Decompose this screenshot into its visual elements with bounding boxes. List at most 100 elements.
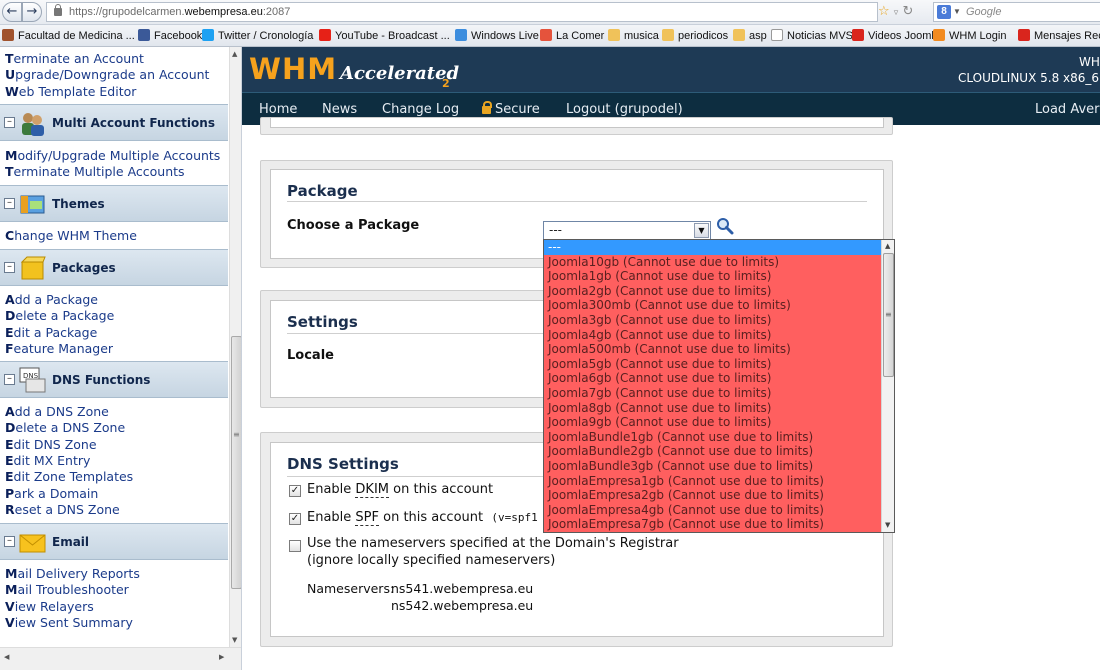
package-option[interactable]: JoomlaEmpresa2gb (Cannot use due to limi… <box>544 488 881 503</box>
dropdown-arrow-icon[interactable]: ▿ <box>894 8 899 18</box>
search-input[interactable]: 8 ▼ Google <box>933 2 1100 22</box>
nav-news[interactable]: News <box>322 102 357 117</box>
package-option[interactable]: Joomla8gb (Cannot use due to limits) <box>544 400 881 416</box>
collapse-icon[interactable]: – <box>4 262 15 273</box>
magnifier-icon[interactable] <box>716 217 734 235</box>
sidebar-link[interactable]: Change WHM Theme <box>5 228 137 243</box>
sidebar-link[interactable]: Reset a DNS Zone <box>5 502 120 517</box>
nav-change-log[interactable]: Change Log <box>382 102 459 117</box>
package-option[interactable]: JoomlaEmpresa1gb (Cannot use due to limi… <box>544 473 881 489</box>
sidebar-horizontal-scrollbar[interactable]: ◀ ▶ <box>0 647 241 670</box>
bookmark-item[interactable]: periodicos <box>662 29 728 42</box>
search-engine-caret-icon[interactable]: ▼ <box>953 3 961 21</box>
sidebar-link[interactable]: Edit a Package <box>5 325 97 340</box>
sidebar-link[interactable]: Add a Package <box>5 292 98 307</box>
sidebar-section-dns-functions[interactable]: – DNS DNS Functions <box>0 361 228 398</box>
nav-home[interactable]: Home <box>259 102 297 117</box>
bookmark-item[interactable]: Windows Live <box>455 29 539 42</box>
sidebar-link[interactable]: Feature Manager <box>5 341 113 356</box>
dns-settings-title: DNS Settings <box>287 455 399 473</box>
package-option[interactable]: JoomlaBundle2gb (Cannot use due to limit… <box>544 444 881 459</box>
url-input[interactable]: https://grupodelcarmen.webempresa.eu:208… <box>46 2 878 22</box>
sidebar-link[interactable]: Upgrade/Downgrade an Account <box>5 67 209 82</box>
registrar-nameservers-checkbox[interactable] <box>289 540 301 552</box>
nav-secure[interactable]: Secure <box>482 101 540 117</box>
package-option[interactable]: Joomla300mb (Cannot use due to limits) <box>544 298 881 313</box>
package-options: --- Joomla10gb (Cannot use due to limits)… <box>544 240 881 532</box>
bookmark-item[interactable]: Twitter / Cronología <box>202 29 313 42</box>
sidebar-link-text: elete a DNS Zone <box>15 420 126 436</box>
package-option[interactable]: JoomlaEmpresa4gb (Cannot use due to limi… <box>544 502 881 518</box>
bookmark-item[interactable]: WHM Login <box>933 29 1006 42</box>
sidebar-link[interactable]: Edit Zone Templates <box>5 469 133 484</box>
sidebar-link[interactable]: View Relayers <box>5 599 94 614</box>
collapse-icon[interactable]: – <box>4 374 15 385</box>
sidebar-section-packages[interactable]: – Packages <box>0 249 228 286</box>
package-option[interactable]: Joomla7gb (Cannot use due to limits) <box>544 385 881 401</box>
reload-icon[interactable]: ↻ <box>902 4 913 19</box>
sidebar-scroll-thumb[interactable] <box>231 336 241 589</box>
package-option-selected[interactable]: --- <box>544 240 881 255</box>
package-option[interactable]: Joomla4gb (Cannot use due to limits) <box>544 327 881 343</box>
package-option[interactable]: Joomla3gb (Cannot use due to limits) <box>544 312 881 328</box>
sidebar-link[interactable]: Add a DNS Zone <box>5 404 109 419</box>
sidebar-link[interactable]: Delete a Package <box>5 308 114 323</box>
package-option[interactable]: JoomlaBundle3gb (Cannot use due to limit… <box>544 458 881 474</box>
sidebar-link-initial: W <box>5 84 19 99</box>
collapse-icon[interactable]: – <box>4 536 15 547</box>
nav-logout[interactable]: Logout (grupodel) <box>566 102 683 117</box>
sidebar-link[interactable]: Mail Delivery Reports <box>5 566 140 581</box>
scroll-right-icon[interactable]: ▶ <box>219 653 224 661</box>
package-dropdown-list[interactable]: --- Joomla10gb (Cannot use due to limits)… <box>543 239 895 533</box>
bookmark-item[interactable]: La Comer <box>540 29 604 42</box>
sidebar-section-themes[interactable]: – Themes <box>0 185 228 222</box>
forward-icon[interactable]: → <box>22 2 42 22</box>
package-option[interactable]: Joomla9gb (Cannot use due to limits) <box>544 415 881 430</box>
scroll-down-icon[interactable]: ▼ <box>232 636 237 644</box>
sidebar-link[interactable]: Terminate an Account <box>5 51 144 66</box>
dropdown-scroll-up-icon[interactable]: ▲ <box>885 242 890 250</box>
bookmark-item[interactable]: Facebook <box>138 29 202 42</box>
package-option[interactable]: Joomla1gb (Cannot use due to limits) <box>544 269 881 284</box>
scroll-up-icon[interactable]: ▲ <box>232 50 237 58</box>
sidebar-link[interactable]: Modify/Upgrade Multiple Accounts <box>5 148 220 163</box>
sidebar-link[interactable]: Web Template Editor <box>5 84 136 99</box>
package-option[interactable]: JoomlaEmpresa7gb (Cannot use due to limi… <box>544 517 881 532</box>
dkim-checkbox[interactable]: ✓ <box>289 485 301 497</box>
sidebar-link[interactable]: Mail Troubleshooter <box>5 582 129 597</box>
package-option[interactable]: Joomla6gb (Cannot use due to limits) <box>544 371 881 386</box>
sidebar-vertical-scrollbar[interactable]: ▲ ≡ ▼ <box>229 47 241 647</box>
bookmark-item[interactable]: Videos Joomla <box>852 29 940 42</box>
sidebar-link-initial: M <box>5 148 18 163</box>
sidebar-section-email[interactable]: – Email <box>0 523 228 560</box>
spf-checkbox[interactable]: ✓ <box>289 513 301 525</box>
package-option[interactable]: Joomla10gb (Cannot use due to limits) <box>544 254 881 270</box>
sidebar-link[interactable]: Park a Domain <box>5 486 98 501</box>
sidebar-link[interactable]: Terminate Multiple Accounts <box>5 164 185 179</box>
sidebar-section-multi-account-functions[interactable]: – Multi Account Functions <box>0 104 228 141</box>
dropdown-scroll-down-icon[interactable]: ▼ <box>885 521 890 529</box>
package-option[interactable]: Joomla5gb (Cannot use due to limits) <box>544 356 881 372</box>
bookmark-item[interactable]: Noticias MVS <box>771 29 853 42</box>
bookmark-item[interactable]: YouTube - Broadcast ... <box>319 29 450 42</box>
dropdown-scrollbar[interactable]: ▲ ≡ ▼ <box>881 240 894 532</box>
sidebar-link[interactable]: Delete a DNS Zone <box>5 420 125 435</box>
back-icon[interactable]: ← <box>2 2 22 22</box>
collapse-icon[interactable]: – <box>4 198 15 209</box>
bookmark-item[interactable]: Mensajes Rec <box>1018 29 1100 42</box>
select-dropdown-arrow-icon[interactable]: ▼ <box>694 223 709 238</box>
folder-icon <box>608 29 620 41</box>
sidebar-link[interactable]: Edit MX Entry <box>5 453 90 468</box>
collapse-icon[interactable]: – <box>4 117 15 128</box>
package-select[interactable]: --- ▼ <box>543 221 711 240</box>
package-option[interactable]: JoomlaBundle1gb (Cannot use due to limit… <box>544 429 881 445</box>
scroll-left-icon[interactable]: ◀ <box>4 653 9 661</box>
bookmark-item[interactable]: Facultad de Medicina ... <box>2 29 135 42</box>
package-option[interactable]: Joomla2gb (Cannot use due to limits) <box>544 283 881 299</box>
sidebar-link[interactable]: View Sent Summary <box>5 615 133 630</box>
bookmark-item[interactable]: asp <box>733 29 767 42</box>
package-option[interactable]: Joomla500mb (Cannot use due to limits) <box>544 342 881 357</box>
bookmark-item[interactable]: musica <box>608 29 659 42</box>
sidebar-link[interactable]: Edit DNS Zone <box>5 437 97 452</box>
bookmark-star-icon[interactable]: ☆ <box>878 4 890 19</box>
